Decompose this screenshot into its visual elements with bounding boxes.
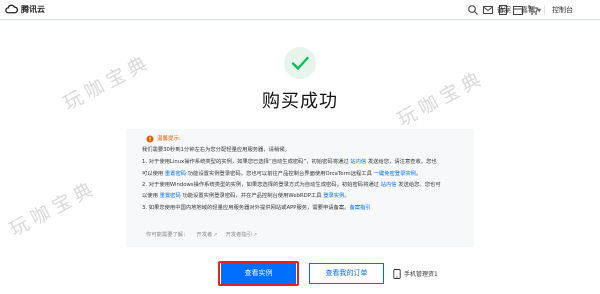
- notice-text: 1. 对于使用Linux操作系统类型的实例，如果您已选择“自动生成密码”，初始密…: [142, 159, 351, 165]
- notice-text: 。: [344, 193, 350, 199]
- notice-text: 2. 对于使用Windows操作系统类型的实例，如果您选择的登录方式为自动生成密…: [142, 182, 381, 188]
- help-label: 你可能需要了解：: [146, 232, 189, 238]
- notice-link[interactable]: 重置密码: [160, 193, 181, 199]
- success-check-icon: [284, 47, 316, 79]
- brand-logo[interactable]: 腾讯云: [5, 3, 45, 16]
- notice-line: 可以使用 重置密码 功能设置实例登录密码。您也可以前往产品控制台界面使用Orca…: [142, 170, 421, 178]
- notice-link[interactable]: 站内信: [381, 182, 397, 188]
- notice-line: 以使用 重置密码 功能设置实例登录密码，并在产品控制台使用WebRDP工具 登录…: [142, 192, 350, 200]
- notice-text: 以使用: [142, 193, 160, 199]
- chevron-down-icon: ▼: [537, 8, 542, 14]
- notice-line: 2. 对于使用Windows操作系统类型的实例，如果您选择的登录方式为自动生成密…: [142, 181, 441, 189]
- nav-beian[interactable]: 备案: [497, 0, 511, 20]
- brand-name: 腾讯云: [21, 5, 45, 14]
- nav-console[interactable]: 控制台: [552, 0, 573, 20]
- notice-heading-text: 温馨提示:: [157, 136, 181, 142]
- cloud-logo-icon: [5, 4, 18, 14]
- notice-link[interactable]: 站内信: [350, 159, 366, 165]
- top-navbar: 腾讯云 备案 嘉钰 ▼ 控制台: [0, 0, 600, 20]
- notice-text: 功能设置实例登录密码。您也可以前往产品控制台界面使用OrcaTerm远程工具: [186, 171, 374, 177]
- notice-text: 功能设置实例登录密码，并在产品控制台使用WebRDP工具: [180, 193, 324, 199]
- nav-account-label: 嘉钰: [521, 6, 535, 14]
- notice-text: 。: [415, 171, 422, 177]
- view-instance-button[interactable]: 查看实例: [221, 263, 296, 284]
- help-link-developer[interactable]: 开发者↗: [196, 230, 217, 238]
- notice-text: 发送给您。您也可: [396, 182, 441, 188]
- notice-line: 我们需要30秒到1分钟左右为您分配轻量应用服务器，请稍候。: [142, 146, 290, 154]
- notice-text: 发送给您，请注意查收。您也: [366, 159, 437, 165]
- notice-link[interactable]: 一键免密登录实例: [374, 171, 416, 177]
- view-orders-button[interactable]: 查看我的订单: [309, 263, 384, 284]
- search-icon[interactable]: [467, 4, 479, 16]
- notice-text: 我们需要30秒到1分钟左右为您分配轻量应用服务器，请稍候。: [142, 147, 290, 153]
- nav-account[interactable]: 嘉钰 ▼: [521, 0, 541, 20]
- message-icon[interactable]: [482, 4, 494, 16]
- notice-link[interactable]: 重置密码: [165, 171, 186, 177]
- notice-box: 温馨提示: 我们需要30秒到1分钟左右为您分配轻量应用服务器，请稍候。 1. 对于…: [126, 129, 474, 247]
- external-link-icon: ↗: [253, 232, 258, 238]
- mobile-management-label: 手机管理资1: [404, 271, 438, 278]
- help-row: 你可能需要了解： 开发者↗ 开发者指引↗: [146, 230, 257, 238]
- help-link-developer-guide[interactable]: 开发者指引↗: [226, 230, 258, 238]
- notice-text: 可以使用: [142, 171, 165, 177]
- nav-divider: [544, 5, 545, 15]
- mobile-management-link[interactable]: 手机管理资1: [393, 263, 438, 284]
- external-link-icon: ↗: [213, 232, 218, 238]
- notice-line: 1. 对于使用Linux操作系统类型的实例，如果您已选择“自动生成密码”，初始密…: [142, 158, 437, 166]
- notice-link[interactable]: 登录实例: [323, 193, 344, 199]
- warning-icon: [146, 135, 154, 143]
- notice-heading: 温馨提示:: [146, 135, 181, 143]
- notice-text: 3. 如果您使用中国内地地域的轻量应用服务器对外提供网站或APP服务，需要申请备…: [142, 205, 350, 211]
- notice-line: 3. 如果您使用中国内地地域的轻量应用服务器对外提供网站或APP服务，需要申请备…: [142, 204, 371, 212]
- notice-link[interactable]: 备案指引: [349, 205, 370, 211]
- phone-icon: [393, 268, 401, 279]
